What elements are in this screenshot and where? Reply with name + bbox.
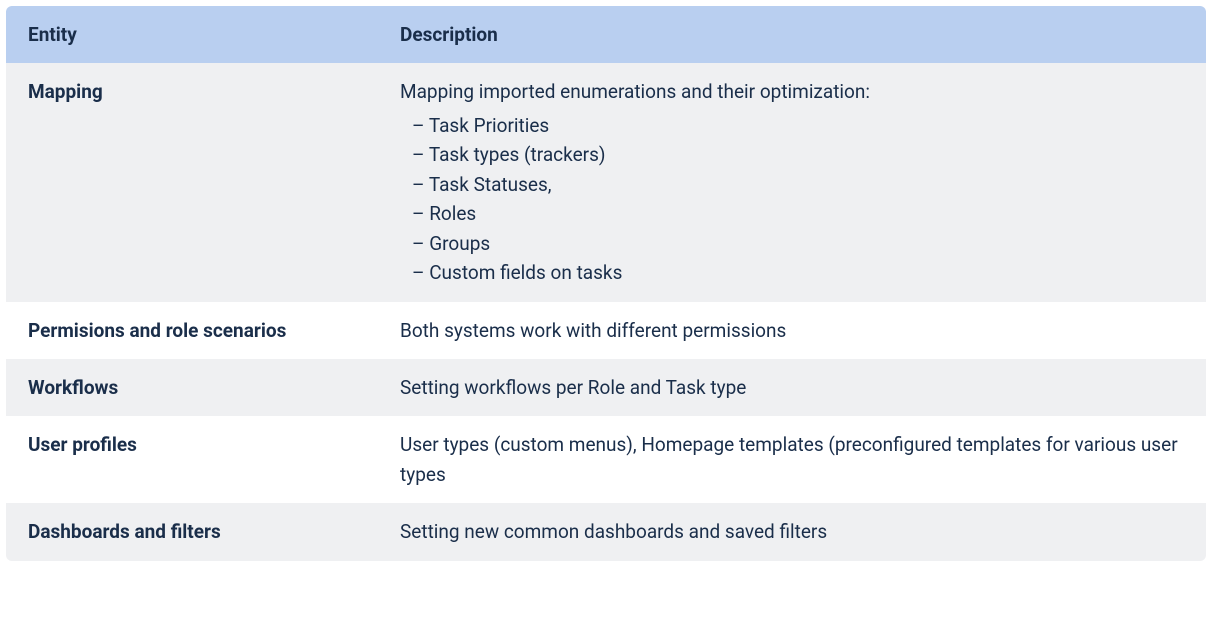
entity-cell: Mapping (6, 63, 378, 301)
entity-label: User profiles (28, 433, 137, 456)
table-row: Dashboards and filters Setting new commo… (6, 503, 1206, 560)
description-text: User types (custom menus), Homepage temp… (400, 430, 1184, 489)
entity-cell: Workflows (6, 359, 378, 416)
entity-cell: Permisions and role scenarios (6, 302, 378, 359)
description-cell: User types (custom menus), Homepage temp… (378, 416, 1206, 503)
header-description: Description (378, 6, 1206, 63)
list-item: Custom fields on tasks (400, 258, 1184, 287)
list-item: Task Priorities (400, 111, 1184, 140)
entity-label: Permisions and role scenarios (28, 319, 286, 342)
description-cell: Setting workflows per Role and Task type (378, 359, 1206, 416)
table-header-row: Entity Description (6, 6, 1206, 63)
table-row: Workflows Setting workflows per Role and… (6, 359, 1206, 416)
list-item: Task types (trackers) (400, 140, 1184, 169)
description-list: Task Priorities Task types (trackers) Ta… (400, 111, 1184, 288)
list-item: Roles (400, 199, 1184, 228)
description-intro: Mapping imported enumerations and their … (400, 77, 1184, 106)
table-row: Mapping Mapping imported enumerations an… (6, 63, 1206, 301)
header-entity: Entity (6, 6, 378, 63)
entity-label: Workflows (28, 376, 118, 399)
entity-description-table: Entity Description Mapping Mapping impor… (6, 6, 1206, 561)
entity-cell: User profiles (6, 416, 378, 503)
entity-label: Mapping (28, 80, 103, 103)
description-text: Setting new common dashboards and saved … (400, 517, 1184, 546)
description-cell: Mapping imported enumerations and their … (378, 63, 1206, 301)
description-text: Both systems work with different permiss… (400, 316, 1184, 345)
list-item: Task Statuses, (400, 170, 1184, 199)
entity-cell: Dashboards and filters (6, 503, 378, 560)
description-text: Setting workflows per Role and Task type (400, 373, 1184, 402)
table-row: Permisions and role scenarios Both syste… (6, 302, 1206, 359)
description-cell: Both systems work with different permiss… (378, 302, 1206, 359)
list-item: Groups (400, 229, 1184, 258)
table-row: User profiles User types (custom menus),… (6, 416, 1206, 503)
description-cell: Setting new common dashboards and saved … (378, 503, 1206, 560)
entity-label: Dashboards and filters (28, 520, 221, 543)
